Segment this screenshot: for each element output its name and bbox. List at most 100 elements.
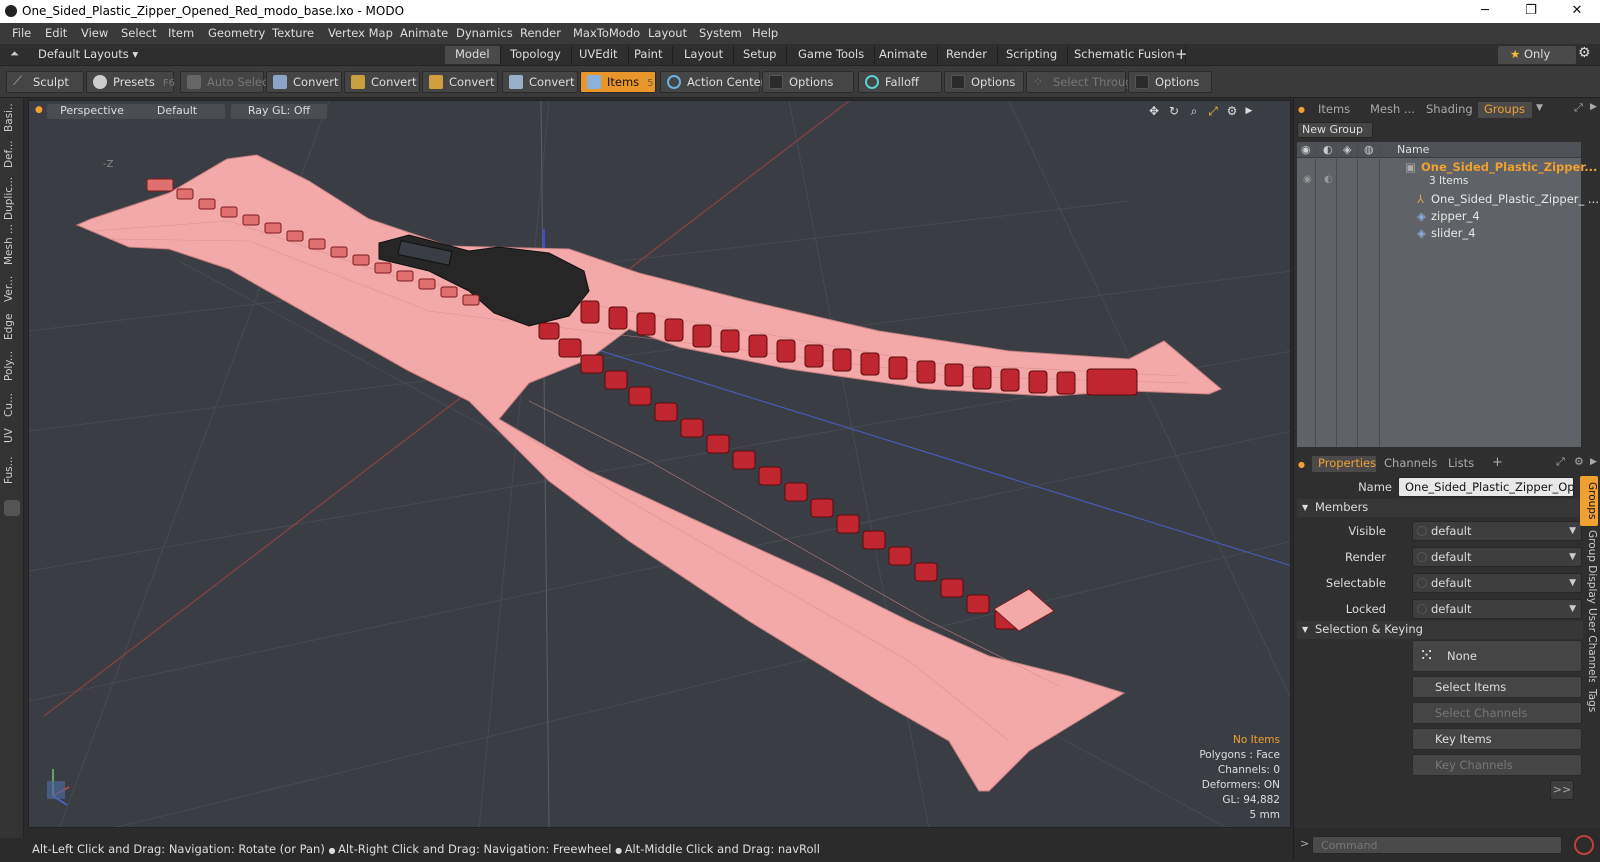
maximize-button[interactable]: ❐	[1508, 0, 1554, 23]
select-through-button[interactable]: ⁘ Select Through	[1026, 71, 1140, 93]
layout-up-icon[interactable]: ⏶	[10, 47, 19, 61]
side-tab-tags[interactable]: Tags	[1580, 686, 1598, 716]
viewport-menu-icon[interactable]: ●	[35, 105, 43, 115]
add-property-tab-button[interactable]: +	[1492, 455, 1503, 470]
properties-settings-icon[interactable]: ⚙	[1574, 455, 1584, 468]
options-button-2[interactable]: Options	[944, 71, 1024, 93]
tab-topology[interactable]: Topology	[500, 46, 572, 64]
convert-button-4[interactable]: Convert	[502, 71, 578, 93]
visibility-col-eye-icon[interactable]: ◉	[1301, 143, 1311, 156]
menu-layout[interactable]: Layout	[648, 26, 687, 40]
tab-mesh[interactable]: Mesh ...	[1364, 102, 1418, 118]
move-view-icon[interactable]: ✥	[1147, 104, 1161, 118]
tab-duplicate[interactable]: Duplic...	[3, 176, 21, 220]
tab-uvedit[interactable]: UVEdit	[569, 46, 629, 64]
tab-animate[interactable]: Animate	[869, 46, 939, 64]
tab-deform[interactable]: Def...	[3, 136, 21, 172]
menu-maxtomodo[interactable]: MaxToModo	[573, 26, 640, 40]
default-layouts-dropdown[interactable]: Default Layouts ▾	[38, 47, 138, 61]
convert-button-1[interactable]: Convert	[266, 71, 342, 93]
shading-mode-dropdown[interactable]: Default	[129, 104, 225, 119]
options-button-1[interactable]: Options	[762, 71, 854, 93]
side-tab-group-display[interactable]: Group Display	[1580, 530, 1598, 604]
key-items-button[interactable]: Key Items	[1412, 728, 1582, 750]
tab-properties[interactable]: Properties	[1312, 456, 1376, 472]
selection-keying-section[interactable]: ▼ Selection & Keying	[1297, 621, 1583, 639]
render-col-icon[interactable]: ◐	[1323, 143, 1333, 156]
members-section[interactable]: ▼ Members	[1297, 499, 1583, 517]
visible-dropdown[interactable]: default ▼	[1412, 521, 1582, 541]
3d-viewport[interactable]: ● Perspective Default Ray GL: Off ✥ ↻ ⌕ …	[28, 100, 1291, 828]
viewport-settings-icon[interactable]: ⚙	[1225, 104, 1239, 118]
tab-edge[interactable]: Edge	[3, 312, 21, 342]
group-render-icon[interactable]: ◐	[1324, 174, 1333, 185]
minimize-button[interactable]: ─	[1462, 0, 1508, 23]
properties-more-icon[interactable]: ▶	[1590, 457, 1597, 467]
fit-view-icon[interactable]: ⤢	[1206, 104, 1220, 118]
selectable-dropdown[interactable]: default ▼	[1412, 573, 1582, 593]
tab-scripting[interactable]: Scripting	[996, 46, 1069, 64]
key-channels-button[interactable]: Key Channels	[1412, 754, 1582, 776]
zoom-view-icon[interactable]: ⌕	[1187, 104, 1201, 118]
items-mode-button[interactable]: Items 5	[580, 71, 656, 93]
tab-polygon[interactable]: Poly...	[3, 346, 21, 386]
new-group-button[interactable]: New Group	[1297, 122, 1373, 138]
tab-curve[interactable]: Cu...	[3, 390, 21, 420]
convert-button-3[interactable]: Convert	[422, 71, 498, 93]
tab-uv[interactable]: UV	[3, 424, 21, 448]
panel-more-icon[interactable]: ▶	[1590, 102, 1597, 112]
select-items-button[interactable]: Select Items	[1412, 676, 1582, 698]
action-center-button[interactable]: Action Center	[660, 71, 765, 93]
side-tab-groups[interactable]: Groups	[1580, 476, 1598, 526]
tab-mesh[interactable]: Mesh ...	[3, 224, 21, 266]
tab-groups[interactable]: Groups	[1478, 102, 1532, 118]
tab-channels[interactable]: Channels	[1378, 456, 1438, 472]
gear-icon[interactable]: ⚙	[1578, 45, 1591, 61]
menu-geometry[interactable]: Geometry	[208, 26, 265, 40]
menu-select[interactable]: Select	[121, 26, 156, 40]
options-button-3[interactable]: Options	[1128, 71, 1212, 93]
lock-col-icon[interactable]: ◈	[1343, 143, 1351, 156]
tab-vertex[interactable]: Ver...	[3, 270, 21, 308]
selection-set-none-button[interactable]: ⁙ None	[1412, 640, 1582, 672]
render-dropdown[interactable]: default ▼	[1412, 547, 1582, 567]
only-toggle[interactable]: ★ Only	[1498, 46, 1576, 64]
auto-select-button[interactable]: Auto Select	[180, 71, 273, 93]
toolbox-toggle-icon[interactable]	[4, 500, 20, 516]
menu-help[interactable]: Help	[752, 26, 778, 40]
menu-vertex-map[interactable]: Vertex Map	[328, 26, 393, 40]
menu-system[interactable]: System	[699, 26, 742, 40]
sculpt-button[interactable]: ⟋ Sculpt	[6, 71, 84, 93]
tree-row-locator[interactable]: ⅄ One_Sided_Plastic_Zipper_ ...	[1297, 192, 1599, 209]
menu-edit[interactable]: Edit	[45, 26, 67, 40]
menu-render[interactable]: Render	[520, 26, 561, 40]
add-tab-button[interactable]: +	[1175, 45, 1188, 63]
tree-row-zipper[interactable]: ◈ zipper_4	[1297, 209, 1581, 226]
group-visible-eye-icon[interactable]: ◉	[1303, 174, 1312, 185]
properties-menu-icon[interactable]: ●	[1298, 460, 1305, 469]
menu-item[interactable]: Item	[168, 26, 194, 40]
tab-overflow-icon[interactable]: ▼	[1536, 103, 1543, 113]
convert-button-2[interactable]: Convert	[344, 71, 420, 93]
rotate-view-icon[interactable]: ↻	[1167, 104, 1181, 118]
menu-animate[interactable]: Animate	[400, 26, 448, 40]
panel-expand-icon[interactable]: ⤢	[1574, 101, 1583, 115]
tab-model[interactable]: Model	[445, 46, 501, 64]
properties-expand-icon[interactable]: ⤢	[1556, 455, 1565, 469]
tab-game-tools[interactable]: Game Tools	[788, 46, 876, 64]
close-button[interactable]: ✕	[1554, 0, 1600, 23]
menu-texture[interactable]: Texture	[272, 26, 314, 40]
tab-basic[interactable]: Basi...	[3, 104, 21, 132]
view-mode-dropdown[interactable]: Perspective	[47, 104, 137, 119]
menu-file[interactable]: File	[12, 26, 31, 40]
tab-lists[interactable]: Lists	[1442, 456, 1486, 472]
menu-view[interactable]: View	[81, 26, 108, 40]
tab-layout[interactable]: Layout	[674, 46, 735, 64]
tab-setup[interactable]: Setup	[733, 46, 788, 64]
locked-dropdown[interactable]: default ▼	[1412, 599, 1582, 619]
more-options-button[interactable]: >>	[1550, 780, 1574, 800]
side-tab-user-channels[interactable]: User Channels	[1580, 608, 1598, 682]
viewport-more-icon[interactable]: ▶	[1242, 104, 1256, 118]
select-col-icon[interactable]: ◍	[1364, 143, 1374, 156]
record-macro-icon[interactable]	[1574, 835, 1594, 855]
